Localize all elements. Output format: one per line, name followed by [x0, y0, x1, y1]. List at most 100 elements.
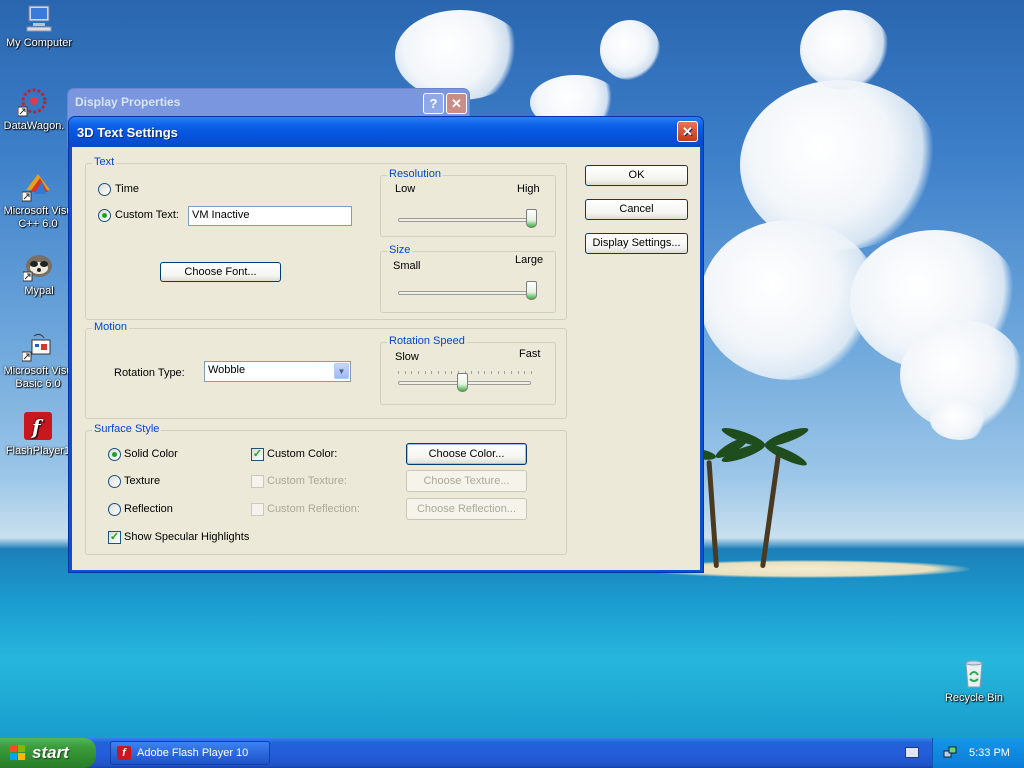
- visual-cpp-icon: [21, 170, 54, 202]
- desktop-icon-datawagon[interactable]: DataWagon.: [0, 85, 73, 133]
- desktop-icon-label: FlashPlayer1: [5, 445, 71, 457]
- system-tray: 5:33 PM: [932, 738, 1024, 768]
- size-slider-track[interactable]: [398, 291, 531, 295]
- slider-tick: [531, 371, 532, 374]
- desktop-icon-label: Recycle Bin: [944, 692, 1004, 704]
- slider-tick: [437, 371, 439, 374]
- custom-reflection-label: Custom Reflection:: [267, 503, 360, 515]
- slider-tick: [398, 371, 399, 374]
- choose-color-button[interactable]: Choose Color...: [406, 443, 527, 465]
- choose-font-button[interactable]: Choose Font...: [160, 262, 281, 282]
- keyboard-icon[interactable]: [905, 747, 919, 758]
- close-button[interactable]: ✕: [677, 121, 698, 142]
- custom-text-radio[interactable]: [98, 209, 111, 222]
- choose-reflection-button[interactable]: Choose Reflection...: [406, 498, 527, 520]
- texture-label: Texture: [124, 475, 161, 487]
- ok-button[interactable]: OK: [585, 165, 688, 186]
- desktop-icon-label: My Computer: [5, 37, 73, 49]
- small-label: Small: [393, 260, 421, 272]
- slider-tick: [504, 371, 506, 374]
- slider-tick: [477, 371, 479, 374]
- slider-tick: [524, 371, 526, 374]
- rotation-type-label: Rotation Type:: [114, 367, 185, 379]
- display-settings-button[interactable]: Display Settings...: [585, 233, 688, 254]
- custom-texture-checkbox[interactable]: [251, 475, 264, 488]
- dialog-client-area: Text Time Custom Text: VM Inactive Choos…: [72, 147, 700, 570]
- desktop-icon-visual-basic[interactable]: Microsoft Visu Basic 6.0: [0, 330, 77, 391]
- texture-radio[interactable]: [108, 475, 121, 488]
- large-label: Large: [515, 254, 544, 266]
- desktop-icon-label: Microsoft Visu C++ 6.0: [3, 205, 73, 230]
- show-specular-label: Show Specular Highlights: [124, 531, 250, 543]
- taskbar-item-label: Adobe Flash Player 10: [137, 747, 249, 759]
- high-label: High: [517, 183, 540, 195]
- slider-tick: [404, 371, 406, 374]
- group-title: Rotation Speed: [387, 335, 467, 347]
- close-button[interactable]: ✕: [446, 93, 467, 114]
- network-icon[interactable]: [943, 746, 957, 760]
- rotation-speed-slider-thumb[interactable]: [456, 373, 468, 392]
- desktop-icon-flashplayer[interactable]: f FlashPlayer1: [0, 410, 77, 458]
- help-button[interactable]: ?: [423, 93, 444, 114]
- slider-tick: [491, 371, 493, 374]
- slider-tick: [424, 371, 426, 374]
- slider-tick: [497, 371, 499, 374]
- choose-texture-button[interactable]: Choose Texture...: [406, 470, 527, 492]
- resolution-slider-track[interactable]: [398, 218, 531, 222]
- rotation-type-select[interactable]: Wobble ▼: [204, 361, 351, 382]
- start-label: start: [32, 743, 69, 762]
- help-icon: ?: [429, 96, 438, 111]
- recycle-bin-icon: [958, 657, 990, 689]
- desktop-icon-my-computer[interactable]: My Computer: [0, 2, 78, 50]
- solid-color-radio[interactable]: [108, 448, 121, 461]
- mypal-icon: [22, 250, 55, 282]
- custom-color-checkbox[interactable]: ✓: [251, 448, 264, 461]
- custom-color-label: Custom Color:: [267, 448, 338, 460]
- taskbar: start f Adobe Flash Player 10 5:33 PM: [0, 738, 1024, 768]
- slow-label: Slow: [395, 351, 419, 363]
- 3d-text-settings-dialog[interactable]: 3D Text Settings ✕ Text Time Custom Text…: [68, 116, 704, 573]
- group-title: Motion: [92, 321, 130, 333]
- taskbar-item-flash-player[interactable]: f Adobe Flash Player 10: [110, 741, 270, 765]
- start-button[interactable]: start: [0, 738, 96, 768]
- custom-text-input[interactable]: VM Inactive: [188, 206, 352, 226]
- show-specular-checkbox[interactable]: ✓: [108, 531, 121, 544]
- solid-color-label: Solid Color: [124, 448, 178, 460]
- group-title: Resolution: [387, 168, 443, 180]
- windows-logo-icon: [10, 745, 26, 761]
- title-bar: 3D Text Settings ✕: [69, 117, 703, 147]
- size-slider-thumb[interactable]: [526, 281, 537, 300]
- desktop-icon-mypal[interactable]: Mypal: [0, 250, 78, 298]
- slider-tick: [517, 371, 519, 374]
- computer-icon: [23, 2, 55, 34]
- visual-basic-icon: [21, 330, 54, 362]
- resolution-slider-thumb[interactable]: [526, 209, 537, 228]
- dialog-title: 3D Text Settings: [77, 125, 178, 140]
- slider-tick: [511, 371, 513, 374]
- slider-tick: [444, 371, 446, 374]
- group-title: Surface Style: [92, 423, 162, 435]
- custom-reflection-checkbox[interactable]: [251, 503, 264, 516]
- slider-tick: [411, 371, 413, 374]
- desktop-icon-label: DataWagon.: [3, 120, 65, 132]
- reflection-radio[interactable]: [108, 503, 121, 516]
- time-radio[interactable]: [98, 183, 111, 196]
- slider-tick: [417, 371, 419, 374]
- datawagon-icon: [17, 85, 50, 117]
- desktop-icon-recycle-bin[interactable]: Recycle Bin: [935, 657, 1013, 705]
- slider-tick: [431, 371, 433, 374]
- reflection-label: Reflection: [124, 503, 173, 515]
- close-icon: ✕: [682, 124, 693, 139]
- chevron-down-icon[interactable]: ▼: [334, 363, 349, 379]
- desktop-icon-label: Microsoft Visu Basic 6.0: [3, 365, 73, 390]
- group-title: Size: [387, 244, 413, 256]
- slider-tick: [451, 371, 453, 374]
- flash-icon: f: [22, 410, 54, 442]
- slider-tick: [484, 371, 486, 374]
- desktop-icon-visual-cpp[interactable]: Microsoft Visu C++ 6.0: [0, 170, 77, 231]
- close-icon: ✕: [451, 96, 462, 111]
- cancel-button[interactable]: Cancel: [585, 199, 688, 220]
- clock: 5:33 PM: [969, 747, 1010, 759]
- slider-tick: [471, 371, 473, 374]
- desktop-icon-label: Mypal: [24, 285, 54, 297]
